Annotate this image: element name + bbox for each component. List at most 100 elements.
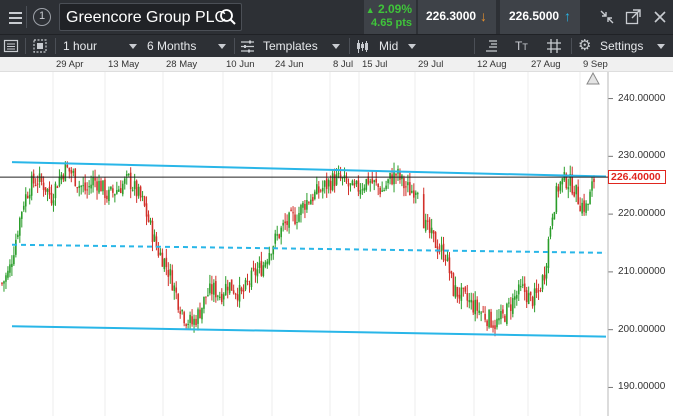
candle-body: [450, 271, 453, 274]
candle-body: [56, 186, 59, 188]
popout-icon[interactable]: [624, 8, 642, 26]
divider: [26, 6, 27, 28]
candle-body: [78, 185, 81, 188]
buy-button[interactable]: 226.5000 ↑: [500, 0, 580, 34]
chart-area[interactable]: 29 Apr 13 May 28 May 10 Jun 24 Jun 8 Jul 15 Ju…: [0, 57, 673, 416]
candle-body: [189, 314, 191, 323]
candle-body: [500, 310, 502, 320]
menu-icon[interactable]: [4, 6, 26, 28]
candle-body: [92, 177, 94, 186]
candle-body: [230, 279, 233, 291]
candle-body: [496, 318, 498, 328]
candle-body: [66, 165, 69, 168]
candle-body: [236, 294, 239, 301]
scroll-to-end-icon[interactable]: [585, 71, 601, 85]
candle-body: [222, 294, 225, 300]
candle-body: [149, 220, 152, 223]
collapse-icon[interactable]: [598, 8, 616, 26]
candle-body: [264, 262, 267, 267]
text-tool-icon[interactable]: TT: [515, 35, 528, 57]
candle-body: [50, 192, 53, 204]
candle-body: [527, 293, 530, 304]
candle-body: [26, 195, 29, 198]
candle-body: [123, 178, 126, 184]
candle-body: [187, 323, 189, 325]
candle-body: [432, 230, 435, 234]
change-points: 4.65 pts: [371, 17, 412, 29]
current-price-label: 226.40000: [608, 170, 666, 185]
range-select[interactable]: 6 Months: [147, 35, 231, 57]
candle-body: [108, 189, 110, 201]
candle-body: [80, 186, 82, 188]
price-type-select[interactable]: Mid: [355, 35, 422, 57]
grid-icon[interactable]: [546, 38, 562, 54]
layout-icon[interactable]: [32, 38, 48, 54]
candle-body: [448, 257, 451, 274]
candle-body: [224, 283, 227, 296]
candle-body: [296, 221, 298, 223]
top-bar: 1 Greencore Group PLC ▲ 2.09% 4.65 pts 2…: [0, 0, 673, 34]
candle-body: [317, 186, 320, 193]
up-triangle-icon: ▲: [365, 5, 375, 15]
instrument-search-box[interactable]: Greencore Group PLC: [59, 3, 242, 31]
candle-body: [133, 181, 136, 190]
candle-body: [365, 179, 368, 190]
candle-body: [454, 285, 457, 298]
candle-body: [371, 178, 374, 183]
gear-icon: ⚙: [578, 37, 592, 54]
candle-body: [32, 173, 35, 184]
candle-body: [521, 284, 524, 286]
candle-body: [411, 190, 413, 193]
candle-body: [292, 212, 294, 214]
mid-trendline-dashed: [11, 243, 607, 254]
drawing-tools-icon[interactable]: [483, 38, 499, 54]
candle-body: [38, 173, 41, 182]
candle-body: [3, 281, 5, 284]
candle-body: [498, 318, 500, 321]
candle-body: [246, 281, 249, 283]
candle-body: [426, 220, 429, 222]
candle-body: [110, 186, 112, 190]
candle-body: [102, 180, 104, 192]
candle-body: [510, 304, 512, 312]
price-change-panel: ▲ 2.09% 4.65 pts: [364, 0, 416, 34]
sell-button[interactable]: 226.3000 ↓: [418, 0, 496, 34]
chevron-down-icon: [332, 44, 340, 49]
candle-body: [294, 214, 296, 225]
candle-body: [232, 290, 235, 294]
candle-body: [486, 320, 488, 327]
candle-body: [573, 191, 576, 197]
down-arrow-icon: ↓: [480, 8, 487, 24]
candle-body: [175, 287, 178, 293]
candle-body: [480, 312, 482, 314]
settings-menu[interactable]: ⚙ Settings: [578, 35, 672, 57]
candle-body: [13, 255, 15, 265]
candle-body: [525, 290, 528, 303]
candle-body: [94, 177, 96, 181]
search-input[interactable]: Greencore Group PLC: [66, 9, 226, 27]
info-icon[interactable]: 1: [33, 8, 51, 26]
candle-body: [244, 279, 247, 290]
candle-body: [82, 185, 84, 187]
candle-body: [468, 300, 471, 303]
templates-icon: [241, 40, 254, 53]
list-icon[interactable]: [3, 38, 19, 54]
candle-body: [248, 283, 251, 285]
templates-menu[interactable]: Templates: [240, 35, 346, 57]
y-tick-label: 190.00000: [618, 381, 666, 393]
candle-body: [106, 195, 108, 200]
interval-select[interactable]: 1 hour: [63, 35, 141, 57]
candle-body: [436, 246, 439, 253]
search-icon[interactable]: [219, 8, 237, 26]
candle-body: [58, 177, 61, 186]
candle-body: [557, 186, 560, 192]
candle-body: [589, 191, 591, 205]
x-tick-label: 28 May: [166, 59, 198, 70]
candle-body: [151, 220, 154, 243]
candle-body: [331, 173, 334, 190]
candle-body: [335, 174, 338, 185]
candle-body: [48, 186, 51, 195]
candle-body: [312, 197, 314, 202]
close-icon[interactable]: [651, 8, 669, 26]
price-chart[interactable]: [0, 57, 673, 416]
